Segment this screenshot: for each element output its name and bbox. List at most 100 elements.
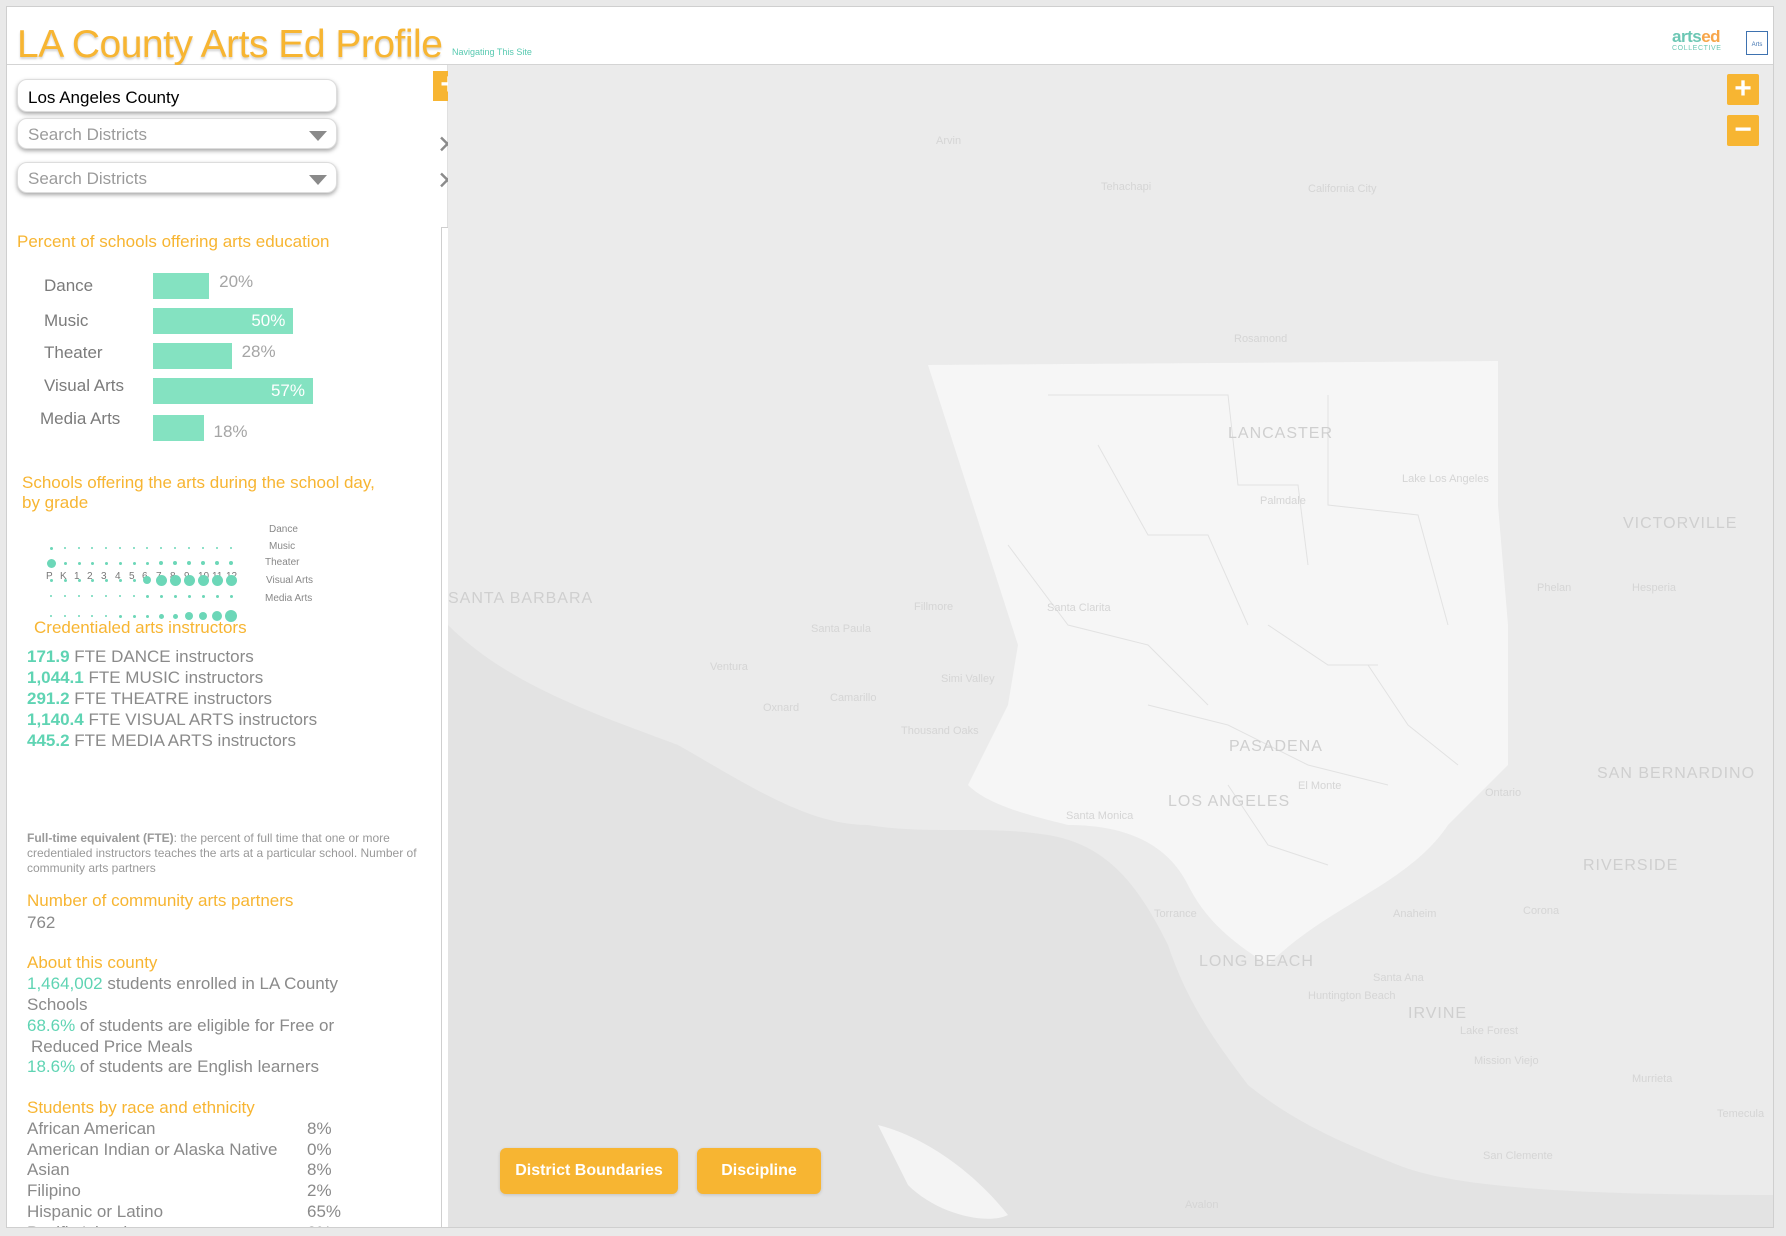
map-place-label: Torrance (1154, 908, 1197, 920)
grade-dot (202, 547, 204, 549)
grade-dot (64, 547, 66, 549)
grade-dot (174, 547, 176, 549)
map-place-label: Fillmore (914, 601, 954, 613)
grade-dot (230, 547, 232, 549)
partners-title: Number of community arts partners (27, 891, 294, 910)
navigating-site-link[interactable]: Navigating This Site (452, 47, 532, 57)
map-city-label: SANTA BARBARA (448, 590, 594, 607)
grade-dot (91, 547, 93, 549)
grade-dot (133, 547, 135, 549)
bar-label: Dance (44, 276, 94, 295)
map-city-label: SAN BERNARDINO (1597, 765, 1756, 782)
fte-line: 1,044.1 FTE MUSIC instructors (27, 668, 264, 687)
grade-row-label: Media Arts (265, 593, 313, 604)
bar-label: Music (44, 311, 89, 330)
grade-dot (229, 561, 233, 565)
map-place-label: Murrieta (1632, 1073, 1673, 1085)
race-row: Filipino 2% (27, 1181, 332, 1201)
fte-note: Full-time equivalent (FTE): the percent … (27, 831, 417, 875)
grade-dot (133, 595, 135, 597)
bar-value: 28% (241, 342, 276, 361)
grade-dot (211, 574, 223, 586)
map-view[interactable]: LANCASTER VICTORVILLE SANTA BARBARA PASADEN… (448, 65, 1773, 1227)
zoom-in-button[interactable]: + (1727, 74, 1759, 105)
grade-dot (91, 595, 93, 597)
chevron-down-icon[interactable] (309, 175, 327, 185)
bar-dance[interactable] (153, 273, 210, 299)
grade-dot (46, 558, 56, 568)
artsed-collective-logo[interactable]: artsed COLLECTIVE (1672, 28, 1734, 57)
grade-dot (215, 561, 219, 565)
frpm-stat: 68.6% of students are eligible for Free … (27, 1016, 335, 1035)
grade-dot (216, 547, 218, 549)
grade-dot (145, 561, 149, 565)
map-place-label: Rosamond (1234, 333, 1288, 345)
grade-dot (90, 578, 94, 582)
grade-dot (173, 594, 177, 598)
grade-dot (169, 574, 181, 586)
chevron-down-icon[interactable] (309, 131, 327, 141)
enrolled-stat: 1,464,002 students enrolled in LA County (27, 974, 338, 993)
bar-value: 20% (219, 272, 254, 291)
bar-label: Theater (44, 343, 103, 362)
map-place-label: California City (1308, 183, 1377, 195)
grade-dot (78, 595, 80, 597)
map-place-label: Lake Los Angeles (1402, 473, 1489, 485)
bar-theater[interactable] (153, 343, 232, 369)
bar-value: 18% (213, 422, 248, 441)
grade-row-label: Music (269, 541, 296, 552)
frpm-stat-cont: Reduced Price Meals (31, 1037, 193, 1056)
header: LA County Arts Ed Profile Navigating Thi… (7, 7, 1773, 66)
grade-dot (215, 594, 219, 598)
map-place-label: Santa Paula (811, 623, 871, 635)
race-row: American Indian or Alaska Native 0% (27, 1139, 332, 1159)
district-search-2[interactable]: Search Districts (17, 162, 337, 193)
district-boundaries-button[interactable]: District Boundaries (500, 1148, 678, 1194)
grade-dot (159, 594, 163, 598)
grade-dot (49, 578, 53, 582)
bar-value: 50% (251, 311, 286, 330)
grade-dot (146, 547, 148, 549)
grade-row-label: Visual Arts (266, 575, 314, 586)
grade-dot (77, 578, 81, 582)
district-search-1[interactable]: Search Districts (17, 118, 337, 149)
map-place-label: Avalon (1185, 1199, 1219, 1211)
map-city-label: RIVERSIDE (1583, 857, 1679, 874)
grade-dot (159, 561, 163, 565)
grade-dot (104, 578, 108, 582)
grade-dot (105, 547, 107, 549)
app-title: LA County Arts Ed Profile (17, 23, 443, 66)
map-place-label: Santa Monica (1066, 810, 1134, 822)
map-place-label: Arvin (936, 135, 962, 147)
zoom-out-button[interactable]: − (1727, 115, 1759, 146)
about-title: About this county (27, 953, 158, 972)
bar-media-arts[interactable] (153, 415, 204, 441)
fte-line: 445.2 FTE MEDIA ARTS instructors (27, 731, 296, 750)
map-place-label: Ventura (710, 661, 748, 673)
fte-line: 171.9 FTE DANCE instructors (27, 647, 254, 666)
grade-dot (49, 546, 53, 550)
grade-dot (105, 615, 107, 617)
map-place-label: Camarillo (830, 692, 877, 704)
arts-commission-logo[interactable]: Arts (1746, 31, 1768, 55)
grade-dot (64, 615, 66, 617)
map-basemap (448, 361, 1773, 1227)
discipline-button[interactable]: Discipline (697, 1148, 821, 1194)
county-select[interactable]: Los Angeles County (17, 79, 337, 112)
grade-dot (50, 595, 52, 597)
grade-dot (78, 615, 80, 617)
map-place-label: Anaheim (1393, 908, 1437, 920)
grade-dot (91, 615, 93, 617)
grade-dot (145, 594, 149, 598)
grade-dot (119, 547, 121, 549)
grade-section-title: Schools offering the arts during the sch… (22, 473, 375, 512)
grade-row-label: Theater (265, 557, 300, 568)
grade-dot (187, 561, 191, 565)
map-place-label: Santa Clarita (1047, 602, 1111, 614)
grade-dot (64, 595, 66, 597)
map-place-label: El Monte (1298, 780, 1342, 792)
map-city-label: LANCASTER (1228, 425, 1334, 442)
map-place-label: Ontario (1485, 787, 1522, 799)
grade-dot (132, 578, 136, 582)
grade-dot (201, 561, 205, 565)
